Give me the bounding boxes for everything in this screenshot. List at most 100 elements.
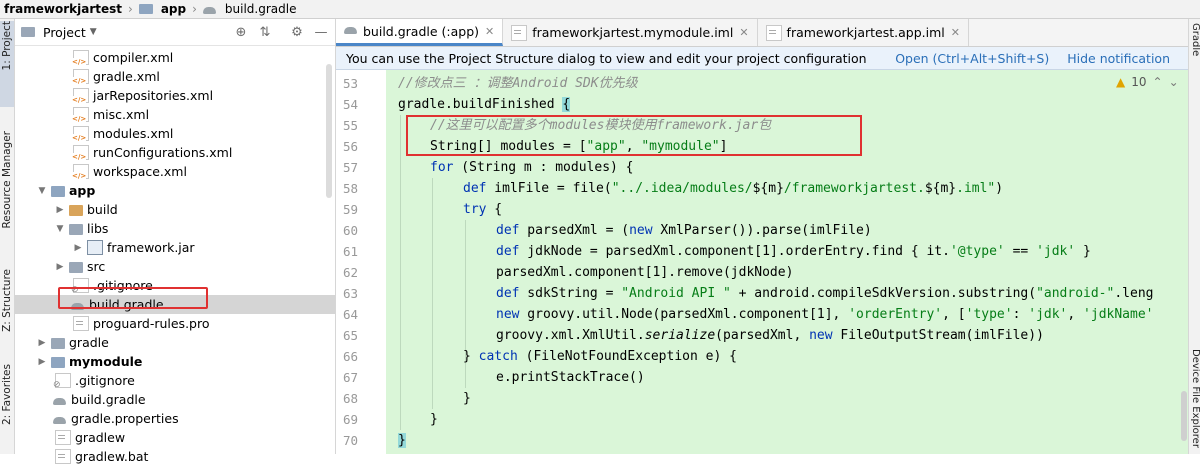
code-line-64: new groovy.util.Node(parsedXml.component… [496,304,1154,325]
code-text: FileOutputStream(imlFile)) [832,328,1044,343]
tree-item-build[interactable]: ▶ build [15,200,335,219]
xml-file-icon [72,164,89,180]
tool-tab-project[interactable]: 1: Project [0,21,14,107]
tree-item-runconfigurations-xml[interactable]: runConfigurations.xml [15,143,335,162]
tree-item-gradlew[interactable]: gradlew [15,428,335,447]
gear-icon[interactable]: ⚙ [289,24,305,40]
tree-item-gradlew-bat[interactable]: gradlew.bat [15,447,335,466]
code-line-63: def sdkString = "Android API " + android… [496,283,1153,304]
tree-item-label: .gitignore [75,373,135,388]
tab-build-gradle-app[interactable]: build.gradle (:app) ✕ [336,19,504,46]
annotation-highlight-modules [406,115,862,156]
iml-file-icon [765,24,782,41]
tree-item-framework-jar[interactable]: ▶ framework.jar [15,238,335,257]
editor-scrollbar[interactable] [1181,391,1187,441]
tab-label: frameworkjartest.app.iml [786,25,945,40]
tree-item-gradle-xml[interactable]: gradle.xml [15,67,335,86]
chevron-right-icon[interactable]: ▶ [55,205,65,215]
xml-file-icon [72,50,89,66]
close-icon[interactable]: ✕ [951,26,960,39]
code-keyword: def [496,223,520,238]
code-string: "android-" [1036,286,1115,301]
project-panel: Project ▼ ⊕ ⇅ ⚙ — compiler.xml gradle.xm… [15,19,336,464]
tool-tab-resource-manager[interactable]: Resource Manager [0,131,14,231]
code-text: } [463,349,479,364]
gradle-icon [53,396,67,406]
line-number: 60 [342,223,358,238]
code-keyword: new [496,307,520,322]
tree-item-proguard-rules[interactable]: proguard-rules.pro [15,314,335,333]
right-tool-stripe: Gradle Device File Explorer [1188,19,1200,454]
chevron-down-icon[interactable]: ▼ [55,224,65,234]
breadcrumb-separator: › [192,2,197,16]
code-text: + android.compileSdkVersion.substring( [730,286,1037,301]
tree-item-gradle[interactable]: ▶ gradle [15,333,335,352]
tree-item-libs[interactable]: ▼ libs [15,219,335,238]
tree-item-root-build-gradle[interactable]: build.gradle [15,390,335,409]
tree-item-misc-xml[interactable]: misc.xml [15,105,335,124]
code-string: '@type' [949,244,1005,259]
project-view-selector[interactable]: Project ▼ [21,25,97,40]
tool-tab-label: 2: Favorites [1,364,13,425]
line-number: 68 [342,391,358,406]
notification-message: You can use the Project Structure dialog… [346,50,867,66]
code-line-69: } [430,409,438,430]
chevron-down-icon[interactable]: ▼ [37,186,47,196]
tree-item-label: build [87,202,118,217]
breadcrumb-item-build-gradle[interactable]: build.gradle [199,2,301,16]
tree-item-label: libs [87,221,109,236]
breadcrumb-label: build.gradle [224,2,297,16]
tool-tab-gradle[interactable]: Gradle [1189,23,1200,56]
indent-guide [400,115,401,430]
code-text: sdkString = [519,286,622,301]
chevron-right-icon[interactable]: ▶ [37,338,47,348]
code-string: .iml" [956,181,996,196]
tool-tab-structure[interactable]: Z: Structure [0,269,14,349]
breadcrumb-label: frameworkjartest [4,2,122,16]
hide-notification-link[interactable]: Hide notification [1067,51,1170,66]
tab-app-iml[interactable]: frameworkjartest.app.iml ✕ [758,19,969,46]
tree-item-app[interactable]: ▼ app [15,181,335,200]
hide-panel-icon[interactable]: — [313,24,329,40]
tree-item-modules-xml[interactable]: modules.xml [15,124,335,143]
tree-item-compiler-xml[interactable]: compiler.xml [15,48,335,67]
module-folder-icon [51,186,65,197]
breadcrumb-item-app[interactable]: app [135,2,190,16]
breadcrumb-item-project[interactable]: frameworkjartest [0,2,126,16]
tree-item-mymodule[interactable]: ▶ mymodule [15,352,335,371]
inspection-widget[interactable]: ▲ 10 ⌃ ⌄ [1116,75,1179,89]
collapse-all-icon[interactable]: ⇅ [257,24,273,40]
tree-item-workspace-xml[interactable]: workspace.xml [15,162,335,181]
code-line-65: groovy.xml.XmlUtil.serialize(parsedXml, … [496,325,1044,346]
close-icon[interactable]: ✕ [739,26,748,39]
tool-tab-favorites[interactable]: 2: Favorites [0,364,14,444]
chevron-up-icon[interactable]: ⌃ [1153,75,1163,89]
line-number-gutter[interactable]: 53 54 55 56 57 58 59 60 61 62 63 64 65 6… [336,70,386,454]
tree-item-gradle-properties[interactable]: gradle.properties [15,409,335,428]
chevron-right-icon[interactable]: ▶ [37,357,47,367]
code-string: "Android API " [621,286,731,301]
folder-icon [69,224,83,235]
folder-icon [69,205,83,216]
tree-item-label: gradlew [75,430,126,445]
open-project-structure-link[interactable]: Open (Ctrl+Alt+Shift+S) [895,51,1049,66]
code-string: 'jdkName' [1083,307,1154,322]
chevron-right-icon[interactable]: ▶ [55,262,65,272]
project-panel-scrollbar[interactable] [326,64,332,198]
chevron-down-icon[interactable]: ⌄ [1169,75,1179,89]
tree-item-src[interactable]: ▶ src [15,257,335,276]
text-file-icon [55,449,71,464]
gradle-icon [202,5,217,15]
locate-icon[interactable]: ⊕ [233,24,249,40]
code-text: (parsedXml, [715,328,810,343]
tab-mymodule-iml[interactable]: frameworkjartest.mymodule.iml ✕ [503,19,758,46]
tool-tab-device-file-explorer[interactable]: Device File Explorer [1189,349,1200,448]
close-icon[interactable]: ✕ [485,25,494,38]
tree-item-root-gitignore[interactable]: .gitignore [15,371,335,390]
tree-item-jarrepositories-xml[interactable]: jarRepositories.xml [15,86,335,105]
code-text: (String m : modules) { [453,160,634,175]
code-line-57: for (String m : modules) { [430,157,634,178]
tree-item-label: modules.xml [93,126,174,141]
annotation-highlight-build-gradle [58,287,208,309]
chevron-right-icon[interactable]: ▶ [73,243,83,253]
